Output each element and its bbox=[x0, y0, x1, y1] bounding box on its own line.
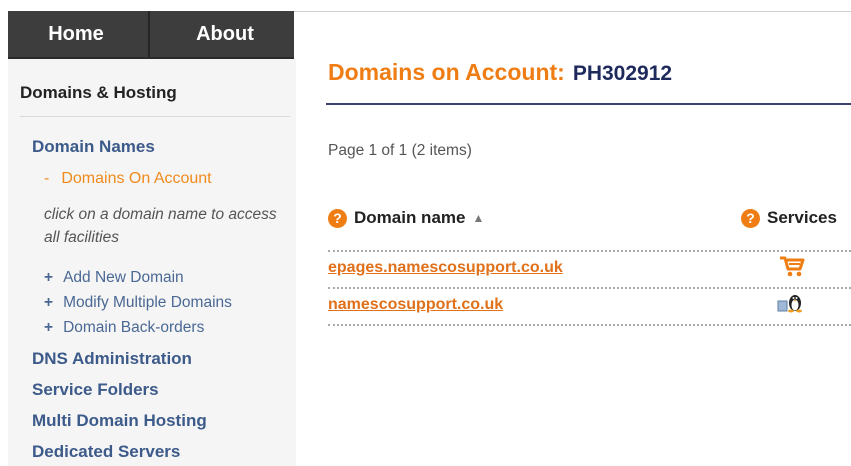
row-divider bbox=[328, 324, 851, 326]
plus-icon: + bbox=[44, 319, 54, 336]
sidebar-item-domain-back-orders[interactable]: + Domain Back-orders bbox=[44, 319, 204, 337]
sidebar-item-modify-multiple-domains[interactable]: + Modify Multiple Domains bbox=[44, 294, 232, 312]
tab-home[interactable]: Home bbox=[8, 11, 150, 57]
sidebar: Domains & Hosting Domain Names - Domains … bbox=[8, 59, 296, 466]
domain-link[interactable]: epages.namescosupport.co.uk bbox=[328, 259, 563, 277]
sidebar-item-add-new-domain[interactable]: + Add New Domain bbox=[44, 269, 184, 287]
shopping-cart-icon[interactable] bbox=[778, 254, 806, 278]
row-divider bbox=[328, 250, 851, 252]
plus-icon: + bbox=[44, 269, 54, 286]
sort-up-icon: ▲ bbox=[472, 211, 485, 225]
sidebar-item-label: Domain Back-orders bbox=[63, 319, 205, 336]
sidebar-item-domains-on-account[interactable]: - Domains On Account bbox=[44, 170, 212, 188]
column-header-domain-name[interactable]: ? Domain name ▲ bbox=[328, 208, 484, 228]
column-header-label: Domain name bbox=[354, 208, 466, 227]
linux-hosting-icon[interactable] bbox=[776, 289, 804, 313]
sidebar-item-domain-names[interactable]: Domain Names bbox=[32, 137, 155, 157]
tab-about[interactable]: About bbox=[150, 11, 294, 57]
column-header-services[interactable]: ? Services bbox=[741, 208, 837, 228]
question-mark-icon[interactable]: ? bbox=[328, 208, 347, 228]
account-id: PH302912 bbox=[572, 62, 673, 85]
page-title-text: Domains on Account: bbox=[328, 59, 565, 85]
title-underline bbox=[326, 103, 851, 105]
sidebar-help-note: click on a domain name to access all fac… bbox=[44, 206, 277, 246]
question-mark-icon[interactable]: ? bbox=[741, 208, 760, 228]
sidebar-section-title: Domains & Hosting bbox=[20, 83, 177, 102]
sidebar-item-label: Modify Multiple Domains bbox=[63, 294, 232, 311]
top-nav: Home About bbox=[8, 11, 294, 59]
sidebar-item-multi-domain-hosting[interactable]: Multi Domain Hosting bbox=[32, 411, 207, 431]
dash-icon: - bbox=[44, 170, 50, 187]
sidebar-item-label: Domains On Account bbox=[61, 170, 212, 187]
sidebar-item-service-folders[interactable]: Service Folders bbox=[32, 380, 159, 400]
header-divider bbox=[294, 11, 851, 12]
page-title: Domains on Account: PH302912 bbox=[328, 59, 672, 86]
column-header-label: Services bbox=[767, 208, 837, 227]
plus-icon: + bbox=[44, 294, 54, 311]
sidebar-item-label: Add New Domain bbox=[63, 269, 184, 286]
row-divider bbox=[328, 287, 851, 289]
sidebar-divider bbox=[20, 116, 290, 117]
sidebar-item-dns-administration[interactable]: DNS Administration bbox=[32, 349, 192, 369]
sidebar-item-dedicated-servers[interactable]: Dedicated Servers bbox=[32, 442, 180, 462]
domain-link[interactable]: namescosupport.co.uk bbox=[328, 296, 503, 314]
pagination-info: Page 1 of 1 (2 items) bbox=[328, 142, 472, 159]
